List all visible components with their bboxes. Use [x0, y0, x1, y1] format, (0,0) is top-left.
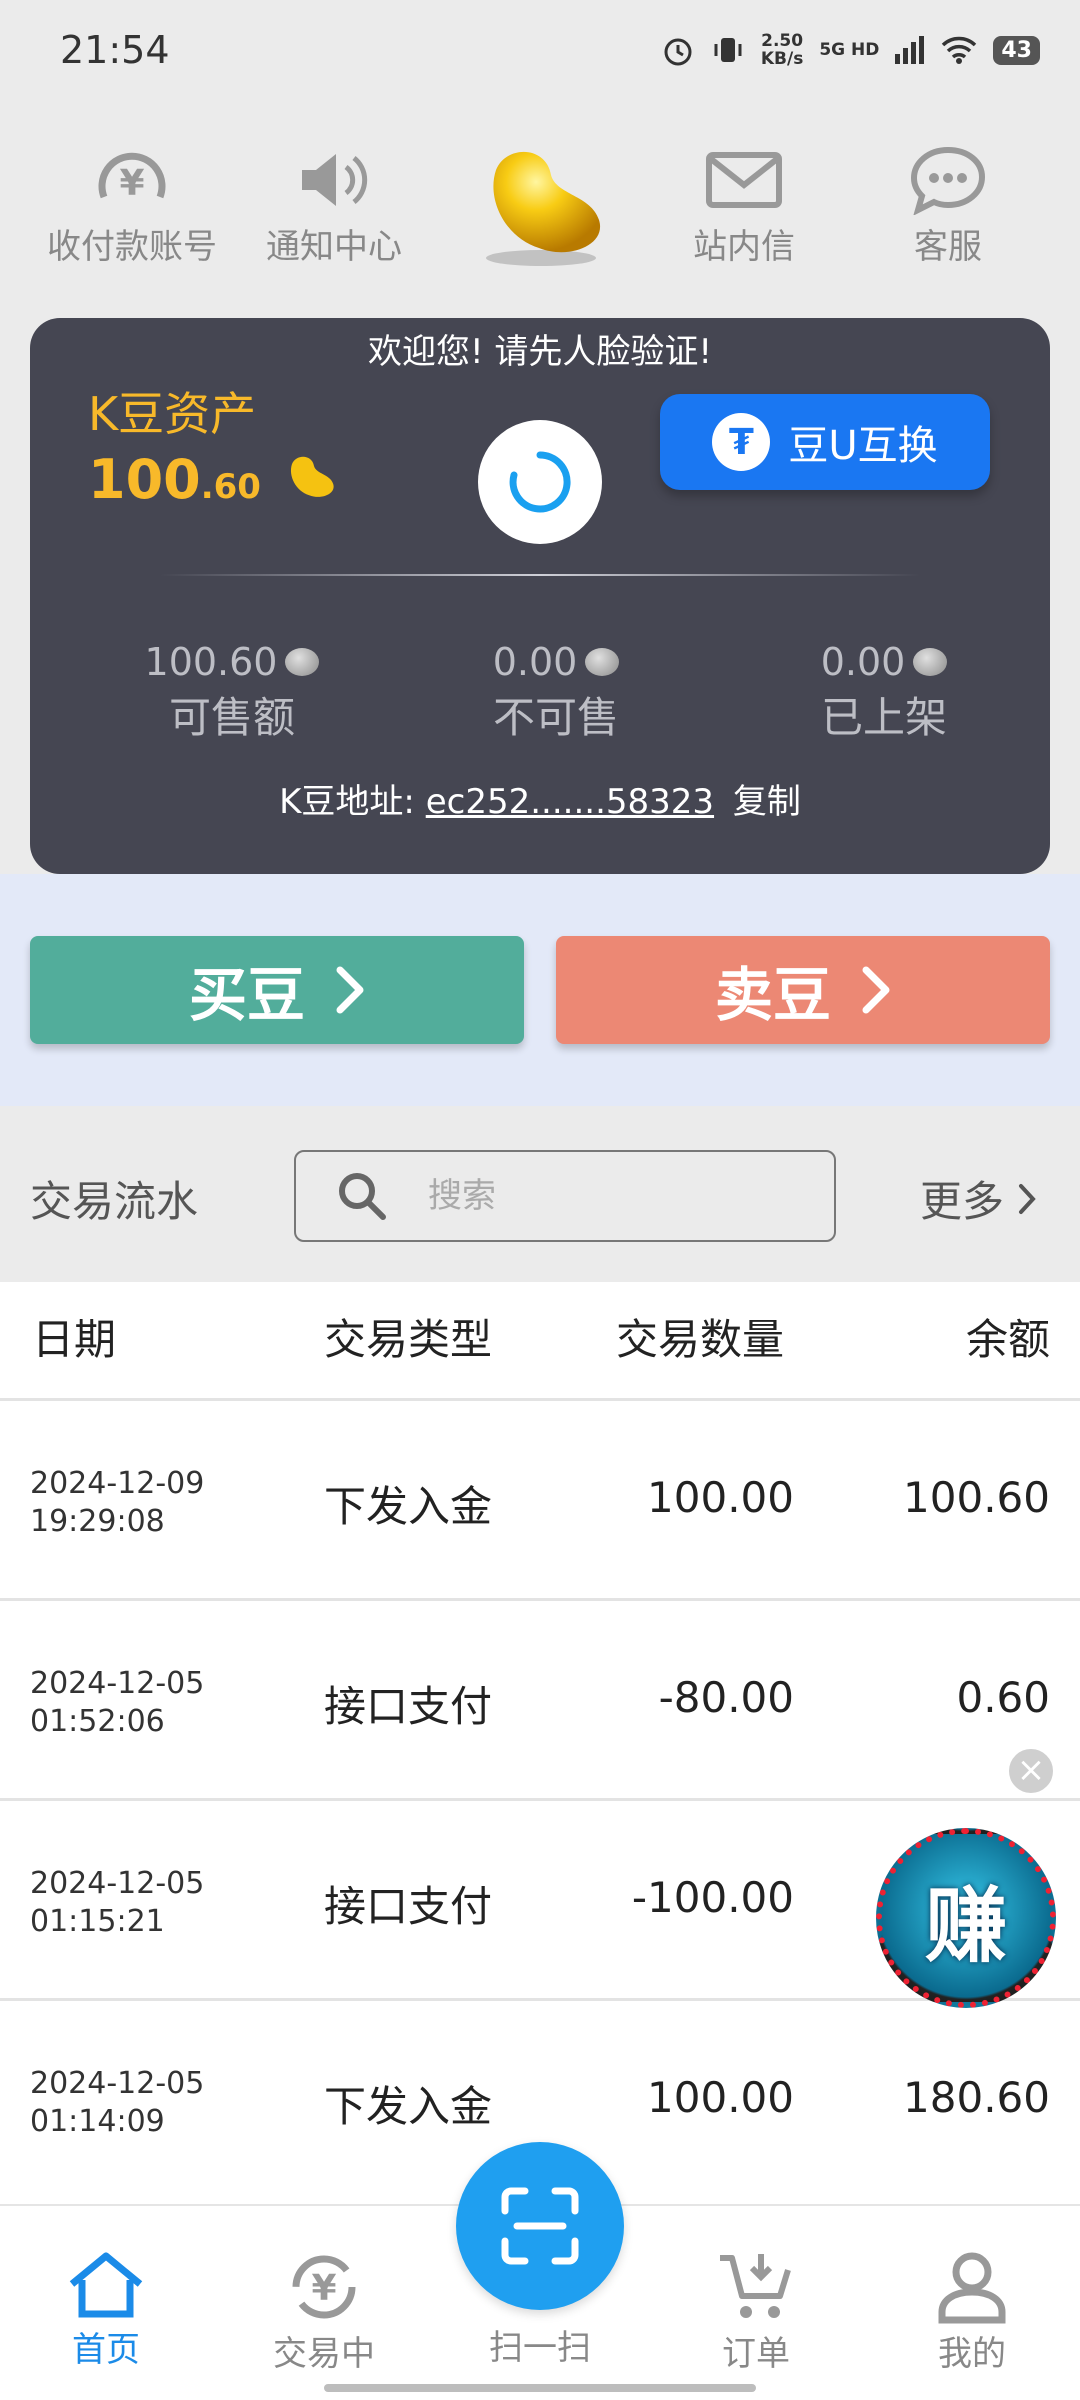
- battery-indicator: 43: [993, 35, 1040, 65]
- table-row[interactable]: 2024-12-09 19:29:08 下发入金 100.00 100.60: [0, 1398, 1080, 1598]
- sell-bean-button[interactable]: 卖豆: [556, 936, 1050, 1044]
- status-icons: 2.50 KB/s 5G HD 43: [661, 32, 1040, 68]
- k-bean-address: K豆地址: ec252.......58323 复制: [279, 782, 801, 822]
- earn-float-button[interactable]: 赚: [876, 1828, 1056, 2008]
- speaker-icon: [302, 154, 368, 206]
- net-speed: 2.50 KB/s: [760, 31, 804, 69]
- stat-unsellable: 0.00 不可售: [492, 640, 620, 742]
- cell-type: 下发入金: [324, 1482, 493, 1531]
- svg-text:¥: ¥: [311, 2268, 336, 2309]
- loading-spinner: [478, 420, 602, 544]
- svg-text:¥: ¥: [119, 163, 144, 204]
- spinner-icon: [509, 451, 571, 513]
- tether-icon: ₮: [712, 413, 771, 471]
- ledger-header: 交易流水 更多: [0, 1106, 1080, 1282]
- search-icon: [339, 1173, 386, 1220]
- buy-bean-button[interactable]: 买豆: [30, 936, 524, 1044]
- cell-date: 2024-12-05 01:52:06: [30, 1666, 205, 1739]
- bean-icon: [913, 648, 948, 676]
- cell-date: 2024-12-09 19:29:08: [30, 1466, 205, 1539]
- cell-amount: 100.00: [647, 2073, 794, 2122]
- cell-amount: -100.00: [631, 1873, 794, 1922]
- chat-bubble-icon: [910, 146, 986, 215]
- shortcut-customer-service[interactable]: 客服: [848, 145, 1048, 268]
- nav-profile[interactable]: 我的: [882, 2250, 1062, 2375]
- cell-type: 接口支付: [324, 1882, 493, 1931]
- home-indicator: [324, 2384, 756, 2392]
- nav-scan-label[interactable]: 扫一扫: [450, 2318, 630, 2369]
- ledger-title: 交易流水: [30, 1177, 199, 1226]
- search-input[interactable]: [428, 1176, 808, 1216]
- stat-listed: 0.00 已上架: [820, 640, 948, 742]
- cell-amount: 100.00: [647, 1473, 794, 1522]
- chevron-right-icon: [1019, 1183, 1036, 1214]
- face-verify-prompt[interactable]: 欢迎您! 请先人脸验证!: [30, 324, 1050, 373]
- cell-type: 接口支付: [324, 1682, 493, 1731]
- cell-date: 2024-12-05 01:14:09: [30, 2066, 205, 2139]
- bean-icon: [285, 648, 320, 676]
- address-value[interactable]: ec252.......58323: [426, 782, 714, 822]
- cell-type: 下发入金: [324, 2082, 493, 2131]
- cart-icon: [720, 2254, 791, 2318]
- cell-balance: 180.60: [903, 2073, 1050, 2122]
- scan-icon: [501, 2187, 579, 2265]
- transaction-table: 日期 交易类型 交易数量 余额 2024-12-09 19:29:08 下发入金 …: [0, 1282, 1080, 2204]
- wifi-icon: [942, 36, 977, 64]
- action-band: 买豆 卖豆: [0, 874, 1080, 1106]
- vibrate-icon: [714, 38, 742, 62]
- signal-icon: [895, 36, 925, 64]
- earn-close-button[interactable]: ×: [1006, 1746, 1056, 1796]
- cell-balance: 0.60: [956, 1673, 1050, 1722]
- home-icon: [69, 2252, 143, 2318]
- table-row[interactable]: 2024-12-05 01:52:06 接口支付 -80.00 0.60: [0, 1598, 1080, 1798]
- asset-title: K豆资产: [88, 387, 257, 441]
- column-header-amount: 交易数量: [616, 1315, 785, 1364]
- envelope-icon: [706, 152, 782, 208]
- cell-amount: -80.00: [658, 1673, 794, 1722]
- gold-bean-icon[interactable]: [466, 140, 616, 270]
- yen-cycle-icon: ¥: [292, 2255, 356, 2319]
- card-divider: [160, 574, 920, 576]
- copy-button[interactable]: 复制: [733, 782, 801, 822]
- column-header-date: 日期: [32, 1315, 117, 1364]
- shortcut-label: 站内信: [693, 227, 795, 267]
- network-type: 5G HD: [819, 40, 880, 60]
- bean-icon: [585, 648, 620, 676]
- alarm-icon: [664, 38, 692, 66]
- more-link[interactable]: 更多: [920, 1168, 1036, 1229]
- column-header-balance: 余额: [965, 1315, 1050, 1364]
- yen-circle-icon: ¥: [98, 152, 166, 204]
- search-box[interactable]: [294, 1150, 836, 1242]
- shortcut-payment-accounts[interactable]: ¥ 收付款账号: [32, 145, 232, 268]
- asset-card: 欢迎您! 请先人脸验证! K豆资产 100.60 ₮ 豆U互换 100.60 可…: [30, 318, 1050, 874]
- shortcut-label: 通知中心: [266, 227, 402, 267]
- shortcut-label: 客服: [914, 227, 982, 267]
- status-bar: 21:54 2.50 KB/s 5G HD 43: [0, 0, 1080, 110]
- stat-sellable: 100.60 可售额: [102, 640, 362, 745]
- cell-date: 2024-12-05 01:15:21: [30, 1866, 205, 1939]
- asset-value: 100.60: [88, 448, 340, 511]
- shortcut-notification-center[interactable]: 通知中心: [234, 145, 434, 268]
- gold-bean-icon: [290, 456, 334, 497]
- shortcut-inbox[interactable]: 站内信: [644, 145, 844, 268]
- nav-orders[interactable]: 订单: [666, 2250, 846, 2375]
- bean-usdt-exchange-button[interactable]: ₮ 豆U互换: [660, 394, 990, 490]
- user-icon: [938, 2252, 1006, 2324]
- cell-balance: 100.60: [903, 1473, 1050, 1522]
- exchange-label: 豆U互换: [788, 423, 938, 469]
- column-header-type: 交易类型: [324, 1315, 493, 1364]
- scan-button[interactable]: [456, 2142, 624, 2310]
- chevron-right-icon: [336, 966, 364, 1014]
- shortcut-label: 收付款账号: [47, 227, 217, 267]
- nav-home[interactable]: 首页: [16, 2250, 196, 2371]
- status-time: 21:54: [60, 28, 170, 72]
- chevron-right-icon: [862, 966, 890, 1014]
- nav-trading[interactable]: ¥ 交易中: [234, 2250, 414, 2375]
